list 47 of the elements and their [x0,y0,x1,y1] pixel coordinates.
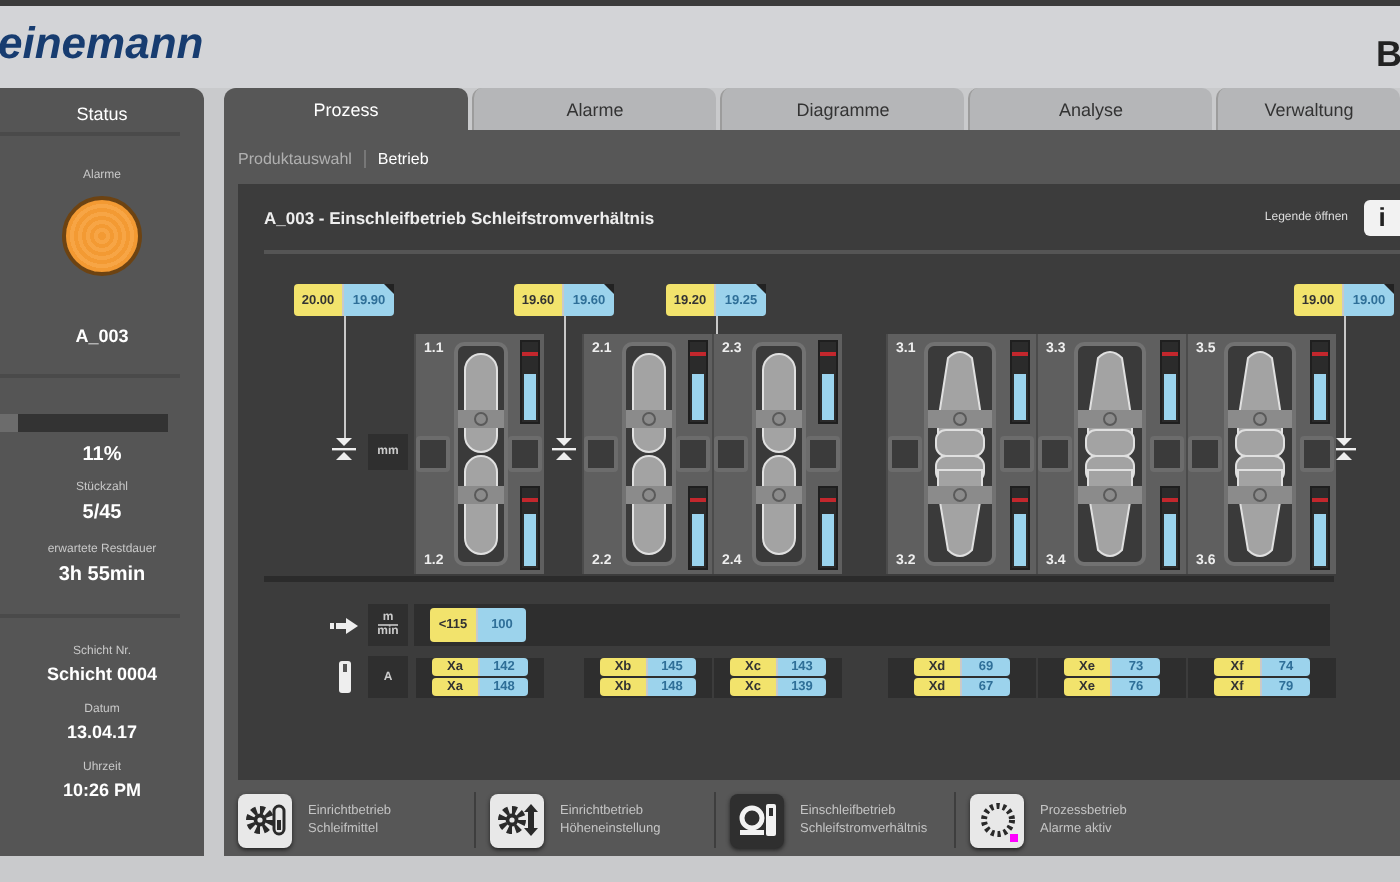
tab[interactable]: Alarme [472,88,716,130]
gap-icon [1332,438,1356,460]
spinner-icon [975,800,1019,840]
square-pad [1150,436,1184,472]
counter-value: 5/45 [82,502,122,524]
roll-bar-icon [735,800,779,840]
tab[interactable]: Prozess [224,88,468,130]
logo: einemann [0,18,204,70]
square-pad [416,436,450,472]
alarm-code: A_003 [75,326,129,346]
leader-line [1343,316,1345,438]
square-pad [806,436,840,472]
square-pad [508,436,542,472]
leader-line [343,316,345,438]
tab[interactable]: Analyse [968,88,1212,130]
mode-button[interactable] [730,793,784,847]
shift-value: 13.04.17 [66,722,138,742]
stick-icon [337,660,351,694]
progress-reading: 11% [82,444,122,466]
mode-button[interactable] [490,793,544,847]
info-button[interactable]: i [1364,199,1400,235]
gear-arrows-icon [495,800,539,840]
square-pad [888,436,922,472]
square-pad [1000,436,1034,472]
panel-title: A_003 - Einschleifbetrieb Schleifstromverhältnis [264,207,657,227]
square-pad [584,436,618,472]
square-pad [676,436,710,472]
square-pad [1038,436,1072,472]
shift-value: Schicht 0004 [46,664,158,684]
tab[interactable]: Verwaltung [1216,88,1400,130]
mode-button[interactable] [970,793,1024,847]
square-pad [1300,436,1334,472]
header-text: B [1376,34,1400,76]
square-pad [1188,436,1222,472]
status-title: Status [76,102,128,128]
gap-icon [552,438,576,460]
square-pad [714,436,748,472]
arrow-icon [330,617,358,633]
gap-icon [332,438,356,460]
breadcrumb-link[interactable]: Betrieb [363,149,441,167]
breadcrumb-link[interactable]: Produktauswahl [238,149,364,167]
gear-bar-icon [243,800,287,840]
tab[interactable]: Diagramme [720,88,964,130]
shift-value: 10:26 PM [62,780,142,800]
mode-button[interactable] [238,793,292,847]
leader-line [563,316,565,438]
counter-value: 3h 55min [58,564,146,586]
